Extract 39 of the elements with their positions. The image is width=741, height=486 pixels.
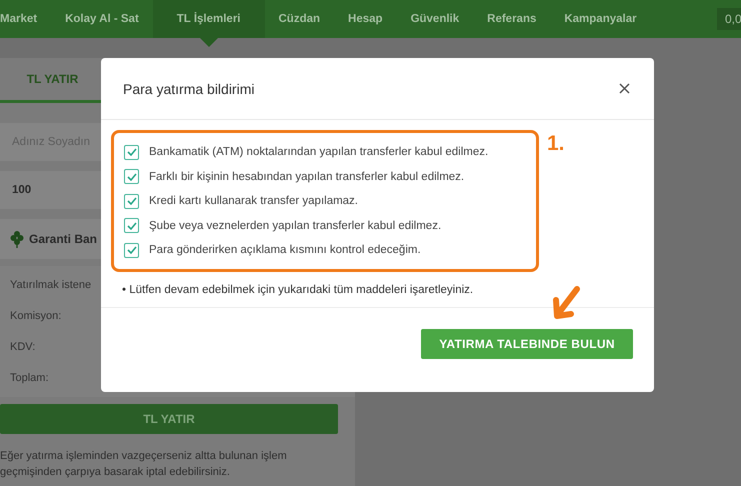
check-icon	[126, 222, 136, 230]
checkbox[interactable]	[124, 194, 139, 209]
checkbox-label: Şube veya veznelerden yapılan transferler kabul edilmez.	[149, 220, 442, 232]
check-icon	[126, 172, 136, 181]
checkbox-label: Bankamatik (ATM) noktalarından yapılan transferler kabul edilmez.	[149, 146, 488, 158]
summary-label: Toplam:	[10, 371, 49, 386]
nav-tab[interactable]: Market	[0, 0, 52, 38]
nav-tab[interactable]: Kolay Al - Sat	[51, 0, 153, 38]
checkbox-label: Para gönderirken açıklama kısmını kontrol edeceğim.	[149, 244, 421, 256]
step-annotation: 1.	[547, 132, 565, 156]
dialog-title: Para yatırma bildirimi	[123, 80, 254, 96]
summary-label: Yatırılmak istene	[10, 278, 92, 293]
checkbox[interactable]	[124, 169, 139, 184]
check-icon	[126, 246, 136, 254]
check-icon	[126, 197, 136, 206]
nav-tab[interactable]: Hesap	[334, 0, 397, 38]
summary-label: KDV:	[10, 340, 36, 355]
check-icon	[126, 148, 136, 156]
submit-request-button[interactable]: YATIRMA TALEBINDE BULUN	[421, 329, 633, 359]
checkbox[interactable]	[124, 144, 139, 160]
active-tab-pointer	[200, 38, 218, 47]
nav-tab[interactable]: Referans	[473, 0, 550, 38]
close-button[interactable]	[617, 81, 632, 96]
nav-tab[interactable]: Kampanyalar	[550, 0, 651, 38]
nav-tab[interactable]: Cüzdan	[264, 0, 334, 38]
clover-icon	[10, 230, 24, 248]
deposit-button[interactable]: TL YATIR	[0, 404, 338, 434]
close-icon	[619, 83, 630, 94]
checkbox[interactable]	[124, 218, 139, 234]
arrow-icon	[551, 286, 581, 320]
nav-tab[interactable]: Güvenlik	[396, 0, 474, 38]
checkbox[interactable]	[124, 242, 139, 258]
nav-tab[interactable]: TL İşlemleri	[152, 0, 264, 38]
cancel-note: Eğer yatırma işleminden vazgeçerseniz altta bulunan işlem geçmişinden çarpıya basarak iptal edebilirsiniz.	[0, 449, 288, 480]
balance-display: 0,0	[717, 8, 741, 30]
summary-label: Komisyon:	[10, 309, 62, 324]
checkbox-label: Farklı bir kişinin hesabından yapılan transferler kabul edilmez.	[149, 170, 464, 183]
checkbox-label: Kredi kartı kullanarak transfer yapılamaz.	[149, 195, 358, 208]
dialog-note: • Lütfen devam edebilmek için yukarıdaki tüm maddeleri işaretleyiniz.	[122, 284, 474, 296]
